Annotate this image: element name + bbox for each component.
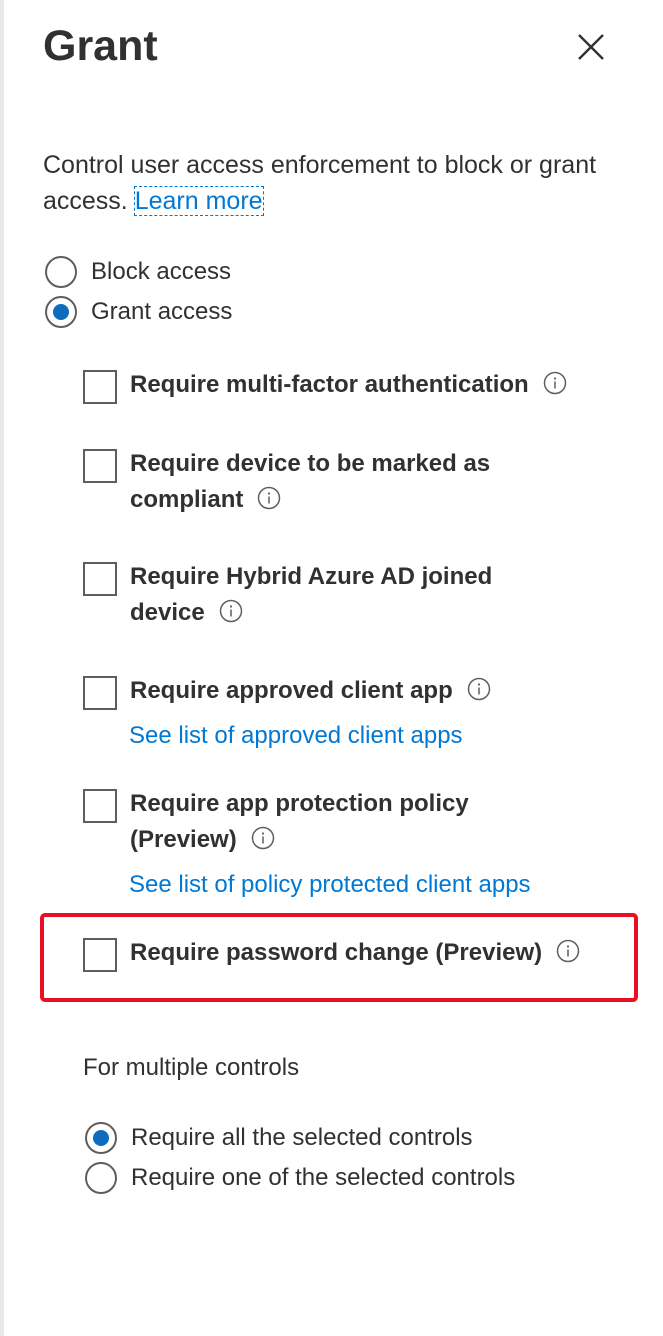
info-icon[interactable] [543,371,567,395]
radio-circle-selected[interactable] [45,296,77,328]
control-require-hybrid-joined: Require Hybrid Azure AD joined device [83,562,492,631]
panel-description: Control user access enforcement to block… [43,147,623,219]
radio-block-access-label: Block access [91,258,232,285]
info-icon[interactable] [257,486,281,510]
control-require-mfa: Require multi-factor authentication [83,370,567,404]
multiple-controls-label: For multiple controls [83,1054,300,1081]
control-require-password-change: Require password change (Preview) [83,938,580,972]
info-icon[interactable] [251,826,275,850]
control-require-approved-app: Require approved client app [83,676,491,710]
checkbox-require-hybrid-joined[interactable] [83,562,117,596]
control-label: Require password change (Preview) [130,935,580,971]
info-icon[interactable] [467,677,491,701]
control-label: Require approved client app [130,673,491,709]
radio-require-one-label: Require one of the selected controls [131,1164,516,1191]
radio-require-all[interactable]: Require all the selected controls [85,1122,473,1154]
description-text: Control user access enforcement to block… [43,151,597,215]
approved-apps-link[interactable]: See list of approved client apps [129,720,463,752]
learn-more-link[interactable]: Learn more [133,186,264,216]
control-require-compliant-device: Require device to be marked as compliant [83,449,490,518]
panel-title: Grant [43,22,158,70]
control-label: Require multi-factor authentication [130,367,567,403]
checkbox-require-app-protection[interactable] [83,789,117,823]
close-icon [578,34,604,60]
panel-left-border [0,0,4,1336]
radio-circle[interactable] [45,256,77,288]
control-label: Require Hybrid Azure AD joined device [130,563,493,626]
radio-circle[interactable] [85,1162,117,1194]
radio-block-access[interactable]: Block access [45,256,231,288]
radio-grant-access-label: Grant access [91,298,233,325]
close-button[interactable] [568,24,614,70]
radio-circle-selected[interactable] [85,1122,117,1154]
checkbox-require-approved-app[interactable] [83,676,117,710]
radio-require-all-label: Require all the selected controls [131,1124,473,1151]
control-label: Require device to be marked as compliant [130,450,491,513]
info-icon[interactable] [219,599,243,623]
checkbox-require-mfa[interactable] [83,370,117,404]
control-require-app-protection: Require app protection policy (Preview) [83,789,469,858]
policy-protected-apps-link[interactable]: See list of policy protected client apps [129,869,531,901]
radio-grant-access[interactable]: Grant access [45,296,232,328]
checkbox-require-password-change[interactable] [83,938,117,972]
info-icon[interactable] [556,939,580,963]
control-label: Require app protection policy (Preview) [130,790,469,853]
radio-require-one[interactable]: Require one of the selected controls [85,1162,515,1194]
checkbox-require-compliant-device[interactable] [83,449,117,483]
